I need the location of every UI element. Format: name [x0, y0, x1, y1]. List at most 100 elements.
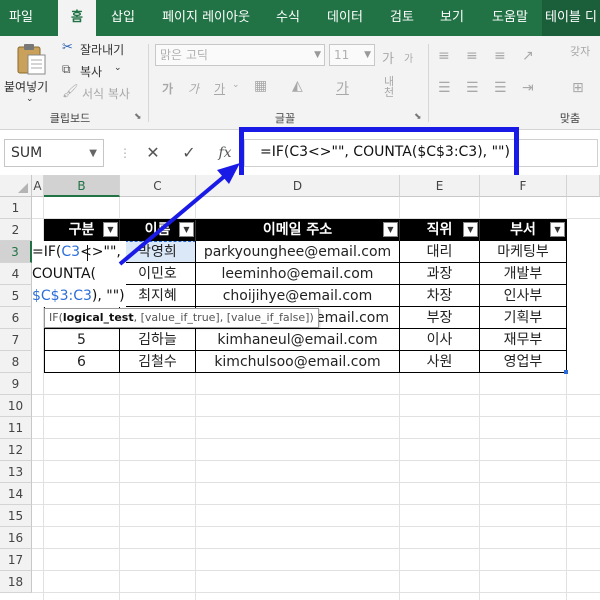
- tab-file[interactable]: 파일: [0, 0, 42, 36]
- row-header-1[interactable]: 1: [0, 197, 32, 219]
- table-cell[interactable]: 개발부: [480, 263, 567, 285]
- align-top-icon[interactable]: ≡: [438, 48, 450, 64]
- font-name-combo[interactable]: 맑은 고딕 ▼: [155, 44, 325, 66]
- merge-icon[interactable]: ⊞: [572, 80, 584, 96]
- copy-button[interactable]: ⧉ 복사 ⌄: [62, 62, 142, 80]
- table-cell[interactable]: 박영희: [120, 241, 196, 263]
- filter-dropdown-icon[interactable]: ▼: [179, 222, 194, 237]
- table-resize-handle[interactable]: [564, 370, 568, 374]
- filter-dropdown-icon[interactable]: ▼: [383, 222, 398, 237]
- cancel-icon[interactable]: ✕: [140, 139, 166, 167]
- cut-button[interactable]: ✂ 잘라내기: [62, 40, 142, 58]
- table-cell[interactable]: 차장: [400, 285, 480, 307]
- row-header-12[interactable]: 12: [0, 439, 32, 461]
- row-header-3[interactable]: 3: [0, 241, 32, 263]
- tab-data[interactable]: 데이터: [320, 0, 370, 36]
- table-cell[interactable]: 재무부: [480, 329, 567, 351]
- table-cell[interactable]: 부장: [400, 307, 480, 329]
- row-header-16[interactable]: 16: [0, 527, 32, 549]
- font-size-combo[interactable]: 11 ▼: [329, 44, 375, 66]
- dialog-launcher-icon[interactable]: ⬊: [134, 112, 142, 122]
- table-cell[interactable]: parkyounghee@email.com: [196, 241, 400, 263]
- tab-page-layout[interactable]: 페이지 레이아웃: [152, 0, 260, 36]
- table-cell[interactable]: 과장: [400, 263, 480, 285]
- filter-dropdown-icon[interactable]: ▼: [103, 222, 118, 237]
- column-header-a[interactable]: A: [32, 175, 44, 197]
- align-right-icon[interactable]: ☰: [494, 80, 507, 96]
- tooltip-function[interactable]: IF(: [49, 311, 63, 324]
- format-painter-button[interactable]: 🖌 서식 복사: [62, 84, 142, 102]
- row-header-9[interactable]: 9: [0, 373, 32, 395]
- column-header-g[interactable]: [567, 175, 600, 197]
- tab-review[interactable]: 검토: [382, 0, 422, 36]
- table-cell[interactable]: 사원: [400, 351, 480, 373]
- indent-icon[interactable]: ⇥: [522, 80, 534, 96]
- tab-formulas[interactable]: 수식: [268, 0, 308, 36]
- font-color-icon[interactable]: 가: [336, 78, 349, 98]
- row-header-11[interactable]: 11: [0, 417, 32, 439]
- table-cell[interactable]: 영업부: [480, 351, 567, 373]
- tab-help[interactable]: 도움말: [484, 0, 536, 36]
- row-header-6[interactable]: 6: [0, 307, 32, 329]
- align-center-icon[interactable]: ☰: [466, 80, 479, 96]
- italic-button[interactable]: 가: [188, 80, 199, 97]
- tab-view[interactable]: 보기: [432, 0, 472, 36]
- enter-icon[interactable]: ✓: [176, 139, 202, 167]
- table-cell[interactable]: 김철수: [120, 351, 196, 373]
- filter-dropdown-icon[interactable]: ▼: [463, 222, 478, 237]
- row-header-15[interactable]: 15: [0, 505, 32, 527]
- underline-button[interactable]: 가: [214, 80, 225, 97]
- table-cell[interactable]: choijihye@email.com: [196, 285, 400, 307]
- row-header-13[interactable]: 13: [0, 461, 32, 483]
- align-left-icon[interactable]: ☰: [438, 80, 451, 96]
- shrink-font-button[interactable]: 가: [404, 50, 413, 65]
- table-cell[interactable]: kimhaneul@email.com: [196, 329, 400, 351]
- row-header-14[interactable]: 14: [0, 483, 32, 505]
- column-header-c[interactable]: C: [120, 175, 196, 197]
- orientation-icon[interactable]: ↗: [522, 48, 534, 64]
- row-header-8[interactable]: 8: [0, 351, 32, 373]
- column-header-b[interactable]: B: [44, 175, 120, 197]
- align-bottom-icon[interactable]: ≡: [494, 48, 506, 64]
- table-cell[interactable]: 인사부: [480, 285, 567, 307]
- select-all-corner[interactable]: [0, 175, 32, 197]
- table-cell[interactable]: 이사: [400, 329, 480, 351]
- name-box[interactable]: SUM ▼: [4, 139, 104, 167]
- tab-table-design[interactable]: 테이블 디: [542, 0, 600, 36]
- cell-edit-box[interactable]: =IF(C3<>"", COUNTA( $C$3:C3), ""): [32, 241, 126, 307]
- column-header-d[interactable]: D: [196, 175, 400, 197]
- table-cell[interactable]: kimchulsoo@email.com: [196, 351, 400, 373]
- tab-home[interactable]: 홈: [58, 0, 96, 36]
- bold-button[interactable]: 가: [162, 80, 173, 97]
- row-header-10[interactable]: 10: [0, 395, 32, 417]
- table-cell[interactable]: 대리: [400, 241, 480, 263]
- row-header-4[interactable]: 4: [0, 263, 32, 285]
- dialog-launcher-icon[interactable]: ⬊: [414, 112, 422, 122]
- row-header-17[interactable]: 17: [0, 549, 32, 571]
- row-header-2[interactable]: 2: [0, 219, 32, 241]
- table-cell[interactable]: leeminho@email.com: [196, 263, 400, 285]
- row-header-7[interactable]: 7: [0, 329, 32, 351]
- gridline: [32, 438, 600, 439]
- tab-insert[interactable]: 삽입: [104, 0, 142, 36]
- align-middle-icon[interactable]: ≡: [466, 48, 478, 64]
- fx-icon[interactable]: fx: [212, 139, 238, 167]
- grow-font-button[interactable]: 가: [382, 48, 394, 67]
- table-cell[interactable]: 김하늘: [120, 329, 196, 351]
- row-header-18[interactable]: 18: [0, 571, 32, 593]
- table-cell[interactable]: 이민호: [120, 263, 196, 285]
- paste-button[interactable]: 붙여넣기 ⌄: [4, 40, 58, 104]
- border-icon[interactable]: ▦: [254, 78, 267, 94]
- table-cell[interactable]: 기획부: [480, 307, 567, 329]
- wrap-text-button[interactable]: 갖자: [570, 46, 598, 58]
- fill-color-icon[interactable]: ◭: [292, 78, 303, 94]
- table-cell[interactable]: 최지혜: [120, 285, 196, 307]
- table-cell[interactable]: 5: [44, 329, 120, 351]
- table-cell[interactable]: 마케팅부: [480, 241, 567, 263]
- hangul-convert-button[interactable]: 내천: [384, 76, 404, 98]
- column-header-f[interactable]: F: [480, 175, 567, 197]
- column-header-e[interactable]: E: [400, 175, 480, 197]
- table-cell[interactable]: 6: [44, 351, 120, 373]
- filter-dropdown-icon[interactable]: ▼: [550, 222, 565, 237]
- row-header-5[interactable]: 5: [0, 285, 32, 307]
